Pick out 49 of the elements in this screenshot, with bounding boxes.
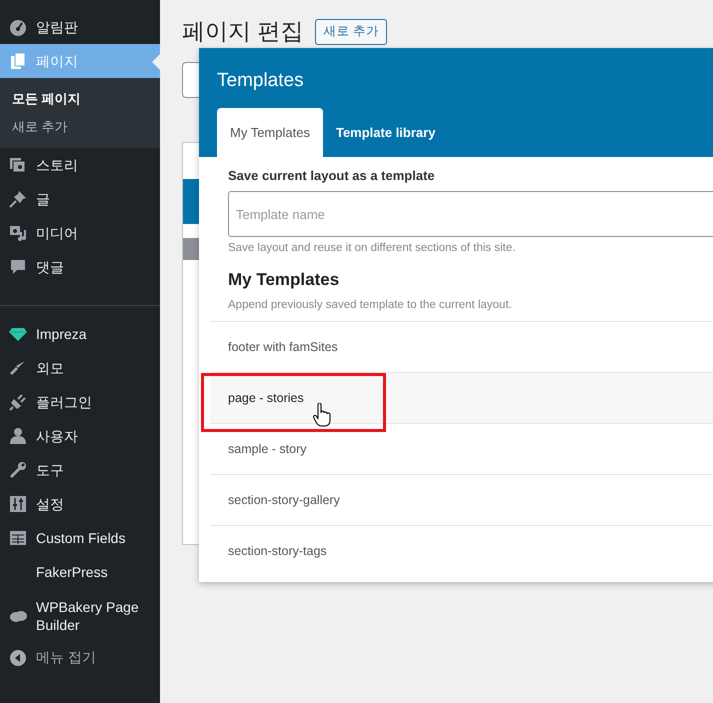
sidebar-item[interactable]: WPBakery Page Builder <box>0 589 160 643</box>
tab[interactable]: My Templates <box>217 108 323 157</box>
sidebar-item[interactable]: 미디어 <box>0 216 160 250</box>
sidebar-item[interactable]: 댓글 <box>0 250 160 284</box>
modal-title: Templates <box>217 70 305 92</box>
plug-icon <box>9 393 27 411</box>
help-text: Save layout and reuse it on different sections of this site. <box>228 242 516 254</box>
dashboard-icon <box>9 18 27 36</box>
media-icon <box>9 224 27 242</box>
table-icon <box>9 529 27 547</box>
comment-icon <box>9 258 27 276</box>
sidebar-item[interactable]: 외모 <box>0 351 160 385</box>
add-new-button[interactable]: 새로 추가 <box>315 18 387 44</box>
hand-cursor-icon <box>313 403 331 427</box>
submenu-item[interactable]: 모든 페이지 <box>0 85 160 113</box>
collapse-menu-link[interactable]: 메뉴 접기 <box>36 649 96 667</box>
template-item[interactable]: sample - story <box>210 423 713 474</box>
wrench-icon <box>9 461 27 479</box>
pin-icon <box>9 190 27 208</box>
page-title: 페이지 편집 <box>182 17 304 46</box>
brush-icon <box>9 359 27 377</box>
sidebar-item[interactable]: 스토리 <box>0 148 160 182</box>
sidebar-item[interactable]: 글 <box>0 182 160 216</box>
toolbar <box>183 179 199 224</box>
tab[interactable]: Template library <box>322 108 448 157</box>
section-heading: Save current layout as a template <box>228 167 436 185</box>
user-icon <box>9 427 27 445</box>
photo-stack-icon <box>9 156 27 174</box>
sidebar-item[interactable]: FakerPress <box>0 555 160 589</box>
sidebar-item[interactable]: 사용자 <box>0 419 160 453</box>
sidebar-item[interactable]: Impreza <box>0 317 160 351</box>
sidebar-item[interactable]: 플러그인 <box>0 385 160 419</box>
sidebar-item[interactable]: 도구 <box>0 453 160 487</box>
help-text: Append previously saved template to the current layout. <box>228 299 513 311</box>
template-item[interactable]: section-story-tags <box>210 525 713 576</box>
submenu-item[interactable]: 새로 추가 <box>0 113 160 141</box>
template-item[interactable]: page - stories <box>210 372 713 423</box>
template-item[interactable]: section-story-gallery <box>210 474 713 525</box>
diamond-icon <box>9 325 27 343</box>
sliders-icon <box>9 495 27 513</box>
pages-icon <box>9 52 27 70</box>
title-field[interactable] <box>182 62 199 98</box>
toolbar <box>183 238 199 260</box>
template-name-field[interactable]: Template name <box>228 191 713 237</box>
sidebar-item[interactable]: 알림판 <box>0 10 160 44</box>
section-heading: My Templates <box>228 269 340 291</box>
collapse-icon[interactable] <box>9 649 27 667</box>
sidebar-item[interactable]: Custom Fields <box>0 521 160 555</box>
sidebar-item[interactable]: 설정 <box>0 487 160 521</box>
